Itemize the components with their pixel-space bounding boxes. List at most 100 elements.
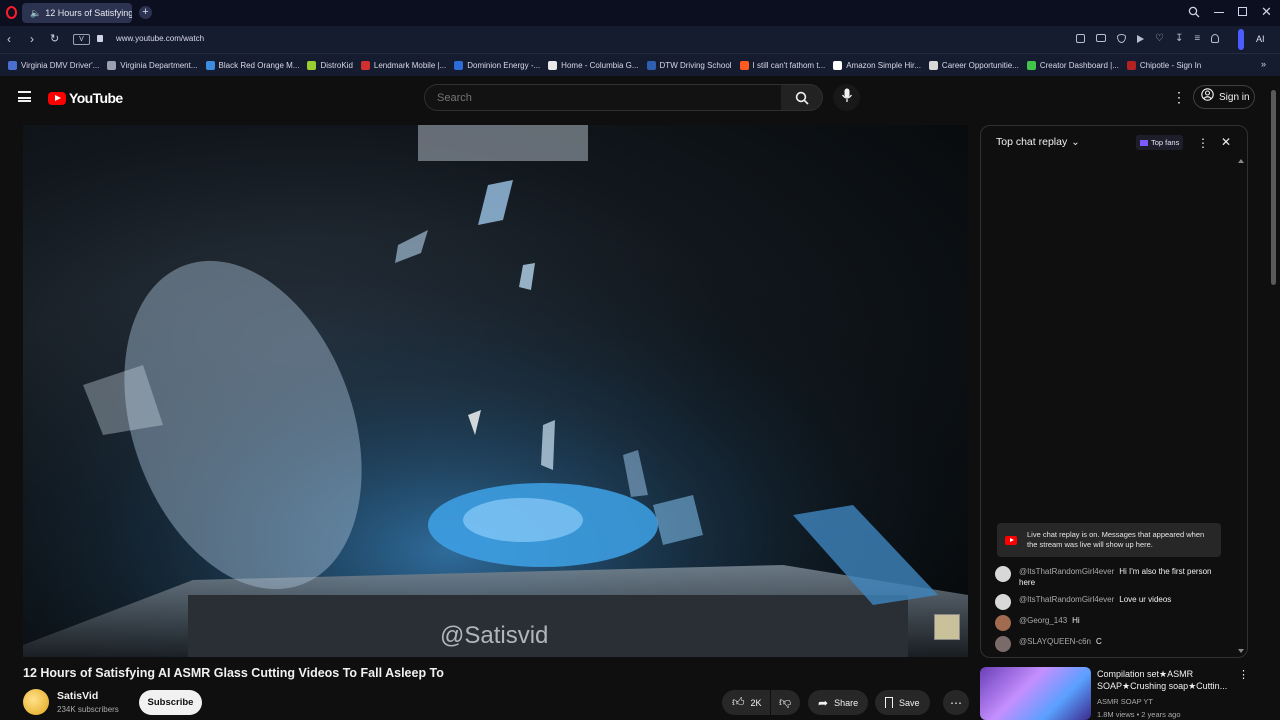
shield-icon[interactable] [1117, 34, 1126, 43]
recommended-thumbnail[interactable] [980, 667, 1091, 720]
bookmark-item[interactable]: Amazon Simple Hir... [833, 60, 921, 70]
menu-lines-icon[interactable]: ≡ [1194, 34, 1200, 44]
search-button[interactable] [781, 84, 823, 111]
bookmark-item[interactable]: Career Opportunitie... [928, 60, 1019, 70]
like-count: 2K [750, 697, 762, 708]
bookmarks-overflow-icon[interactable]: » [1261, 59, 1266, 69]
youtube-logo-text: YouTube [69, 90, 123, 106]
chat-header-title: Top chat replay [996, 136, 1068, 148]
restore-button[interactable] [1238, 7, 1247, 16]
tab-title: 12 Hours of Satisfying [45, 8, 132, 18]
voice-search-button[interactable] [833, 84, 860, 111]
ai-button[interactable]: AI [1256, 34, 1265, 44]
play-icon[interactable] [1137, 35, 1144, 43]
microphone-icon [841, 88, 853, 108]
bookmark-label: Creator Dashboard |... [1039, 60, 1119, 70]
url-field[interactable]: www.youtube.com/watch [116, 34, 204, 43]
top-fans-button[interactable]: Top fans [1136, 135, 1184, 150]
save-button[interactable]: Save [875, 690, 930, 715]
chevron-down-icon: ⌄ [1071, 136, 1080, 148]
chat-message-body: @ItsThatRandomGirl4ever Hi I'm also the f… [1019, 566, 1223, 588]
chat-message[interactable]: @ItsThatRandomGirl4ever Love ur videos [995, 594, 1223, 610]
crown-icon [1140, 139, 1148, 146]
bookmark-item[interactable]: DistroKid [307, 60, 353, 70]
bookmark-label: DTW Driving School [659, 60, 732, 70]
scroll-up-arrow-icon[interactable] [1238, 159, 1244, 163]
channel-name[interactable]: SatisVid [57, 690, 98, 702]
recommended-title[interactable]: Compilation set★ASMR SOAP★Crushing soap★… [1097, 668, 1237, 692]
settings-more-icon[interactable]: ⋮ [1172, 90, 1186, 104]
bookmark-item[interactable]: Virginia Department... [107, 60, 198, 70]
heart-icon[interactable]: ♡ [1155, 34, 1164, 44]
save-label: Save [899, 697, 920, 708]
live-chat-panel: Top chat replay ⌄ Top fans ⋮ ✕ Live chat… [980, 125, 1248, 658]
camera-icon[interactable] [1096, 34, 1106, 42]
bookmark-item[interactable]: Chipotle - Sign In [1126, 60, 1201, 70]
search-box[interactable] [424, 84, 782, 111]
forward-icon[interactable]: › [30, 32, 34, 46]
edit-icon[interactable] [1076, 34, 1085, 43]
sign-in-label: Sign in [1219, 91, 1250, 103]
speaker-icon[interactable]: 🔈 [30, 8, 41, 19]
bookmark-favicon-icon [107, 60, 117, 70]
bookmark-item[interactable]: Lendmark Mobile |... [360, 60, 446, 70]
chat-text: Hi [1072, 616, 1080, 625]
chat-more-icon[interactable]: ⋮ [1197, 136, 1209, 150]
bookmark-favicon-icon [646, 60, 656, 70]
search-input[interactable] [425, 85, 725, 110]
share-button[interactable]: ➦ Share [808, 690, 869, 715]
like-button[interactable]: 👍︎ 2K [722, 690, 770, 715]
search-tabs-icon[interactable] [1188, 6, 1200, 18]
youtube-logo[interactable]: YouTube [48, 90, 123, 106]
chat-close-icon[interactable]: ✕ [1221, 135, 1231, 149]
opera-logo-icon[interactable] [6, 6, 17, 19]
youtube-play-logo-icon [48, 91, 66, 105]
video-title: 12 Hours of Satisfying AI ASMR Glass Cut… [23, 666, 444, 680]
bookmark-item[interactable]: Black Red Orange M... [205, 60, 299, 70]
sign-in-button[interactable]: Sign in [1193, 85, 1255, 109]
new-tab-button[interactable]: + [139, 6, 152, 19]
download-icon[interactable]: ↧ [1175, 34, 1183, 44]
bookmark-favicon-icon [454, 60, 464, 70]
chat-message[interactable]: @SLAYQUEEN-c6n C [995, 636, 1223, 652]
bookmark-item[interactable]: Dominion Energy -... [454, 60, 540, 70]
vpn-badge[interactable]: V [73, 34, 90, 45]
page-scrollbar[interactable] [1271, 90, 1276, 285]
subscribe-button[interactable]: Subscribe [139, 690, 202, 715]
bookmark-item[interactable]: DTW Driving School [646, 60, 732, 70]
hamburger-menu-icon[interactable] [18, 91, 31, 102]
active-tab[interactable]: 🔈 12 Hours of Satisfying [22, 3, 132, 23]
more-actions-button[interactable]: ⋯ [943, 690, 969, 715]
channel-avatar[interactable] [23, 689, 49, 715]
back-icon[interactable]: ‹ [7, 32, 11, 46]
chat-message[interactable]: @ItsThatRandomGirl4ever Hi I'm also the f… [995, 566, 1223, 588]
chat-avatar [995, 615, 1011, 631]
thumbs-up-icon: 👍︎ [732, 695, 745, 709]
scroll-down-arrow-icon[interactable] [1238, 649, 1244, 653]
bookmark-item[interactable]: I still can't fathom t... [739, 60, 825, 70]
chat-username: @Georg_143 [1019, 616, 1068, 625]
search-icon [795, 91, 809, 105]
chat-header-dropdown[interactable]: Top chat replay ⌄ [996, 136, 1080, 148]
top-fans-label: Top fans [1151, 138, 1180, 147]
chat-replay-notice-text: Live chat replay is on. Messages that ap… [1027, 530, 1205, 549]
recommended-more-icon[interactable]: ⋮ [1238, 668, 1249, 681]
bookmark-item[interactable]: Creator Dashboard |... [1026, 60, 1119, 70]
chat-scrollbar[interactable] [1238, 160, 1242, 650]
dislike-button[interactable]: 👎︎ [771, 690, 800, 715]
profile-icon[interactable] [1211, 34, 1220, 43]
share-icon: ➦ [818, 695, 829, 710]
close-window-button[interactable]: ✕ [1261, 4, 1272, 20]
chat-message[interactable]: @Georg_143 Hi [995, 615, 1223, 631]
minimize-button[interactable] [1214, 12, 1224, 13]
bookmark-favicon-icon [833, 60, 843, 70]
recommended-channel[interactable]: ASMR SOAP YT [1097, 697, 1153, 706]
bookmark-item[interactable]: Home - Columbia G... [548, 60, 639, 70]
channel-watermark-icon[interactable] [934, 614, 960, 640]
browser-address-bar: ‹ › ↻ V www.youtube.com/watch ♡ ↧ ≡ AI [0, 26, 1280, 53]
bookmark-item[interactable]: Virginia DMV Driver'... [8, 60, 99, 70]
recommended-video[interactable]: Compilation set★ASMR SOAP★Crushing soap★… [980, 667, 1249, 720]
bookmark-label: Virginia Department... [120, 60, 198, 70]
video-player[interactable]: @Satisvid [23, 125, 968, 657]
reload-icon[interactable]: ↻ [50, 32, 59, 45]
